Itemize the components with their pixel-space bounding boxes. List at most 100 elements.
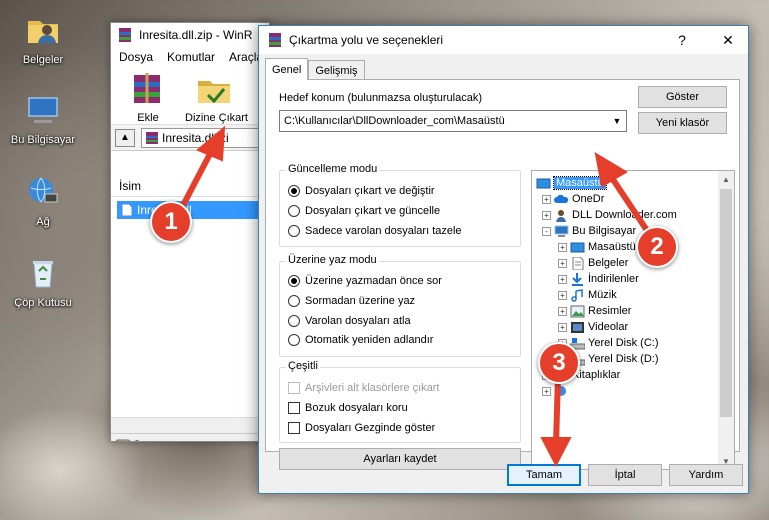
help-button[interactable]: ? <box>662 26 702 54</box>
checkbox <box>288 382 300 394</box>
tree-label: Resimler <box>588 305 632 317</box>
tab-gelismis[interactable]: Gelişmiş <box>308 60 365 80</box>
winrar-window: Inresita.dll.zip - WinR Dosya Komutlar A… <box>110 22 270 442</box>
radio-button[interactable] <box>288 185 300 197</box>
expand-icon[interactable]: + <box>542 386 551 396</box>
tree-item-indirilenler[interactable]: + İndirilenler <box>558 271 639 287</box>
tree-item-masaustu[interactable]: + Masaüstü <box>558 239 636 255</box>
tree-label: Kitaplıklar <box>572 369 621 381</box>
tree-item-resimler[interactable]: + Resimler <box>558 303 631 319</box>
overwrite-option-ask[interactable]: Üzerine yazmadan önce sor <box>288 275 442 287</box>
winrar-path-bar: ▲ Inresita.dll.zi <box>111 125 269 151</box>
computer-icon <box>28 97 58 123</box>
radio-button[interactable] <box>288 295 300 307</box>
archive-path-box[interactable]: Inresita.dll.zi <box>141 127 265 148</box>
collapse-icon[interactable]: - <box>542 226 551 236</box>
tree-label: OneDr <box>572 193 605 205</box>
expand-icon[interactable]: + <box>558 274 567 284</box>
destination-path-input[interactable]: C:\Kullanıcılar\DllDownloader_com\Masaüs… <box>279 110 627 132</box>
close-button[interactable]: ✕ <box>708 26 748 54</box>
user-folder-icon <box>28 21 58 43</box>
column-header-name[interactable]: İsim <box>111 175 269 197</box>
expand-icon[interactable]: + <box>542 210 551 220</box>
update-option-update[interactable]: Dosyaları çıkart ve güncelle <box>288 205 440 217</box>
tree-label: Belgeler <box>588 257 629 269</box>
checkbox[interactable] <box>288 402 300 414</box>
expand-icon[interactable]: + <box>558 290 567 300</box>
radio-button[interactable] <box>288 334 300 346</box>
horizontal-scrollbar[interactable] <box>111 417 269 433</box>
desktop-icon-bu-bilgisayar[interactable]: Bu Bilgisayar <box>8 92 78 146</box>
desktop-icon-ag[interactable]: Ağ <box>8 174 78 228</box>
scroll-up-icon[interactable]: ▲ <box>718 171 734 187</box>
update-mode-title: Güncelleme modu <box>286 163 380 175</box>
radio-button[interactable] <box>288 315 300 327</box>
scroll-thumb[interactable] <box>720 189 732 417</box>
winrar-title: Inresita.dll.zip - WinR <box>139 28 253 42</box>
tree-label: İndirilenler <box>588 273 639 285</box>
expand-icon[interactable]: + <box>558 306 567 316</box>
checkbox[interactable] <box>288 422 300 434</box>
tree-label: Bu Bilgisayar <box>572 225 637 237</box>
misc-option-show-in-explorer[interactable]: Dosyaları Gezginde göster <box>288 422 435 434</box>
tree-item-network[interactable]: + <box>542 383 572 399</box>
update-option-freshen[interactable]: Sadece varolan dosyaları tazele <box>288 225 462 237</box>
overwrite-option-rename[interactable]: Otomatik yeniden adlandır <box>288 334 433 346</box>
radio-button[interactable] <box>288 225 300 237</box>
extract-to-label: Dizine Çıkart <box>185 112 248 124</box>
expand-icon[interactable]: + <box>558 258 567 268</box>
tab-genel[interactable]: Genel <box>265 58 309 80</box>
expand-icon[interactable]: + <box>558 322 567 332</box>
extract-to-button[interactable]: Dizine Çıkart <box>185 71 248 124</box>
radio-button[interactable] <box>288 275 300 287</box>
tree-item-dll-downloader[interactable]: + DLL Downloader.com <box>542 207 677 223</box>
folder-tree[interactable]: Masaüstü + OneDr + DLL Downloader.com - … <box>531 170 735 470</box>
user-icon <box>556 209 566 222</box>
tree-vertical-scrollbar[interactable]: ▲ ▼ <box>718 171 734 469</box>
overwrite-mode-group: Üzerine yaz modu Üzerine yazmadan önce s… <box>279 254 521 357</box>
overwrite-option-skip[interactable]: Varolan dosyaları atla <box>288 315 411 327</box>
tree-item-videolar[interactable]: + Videolar <box>558 319 628 335</box>
winrar-menu-bar: Dosya Komutlar Araçla <box>111 47 269 67</box>
overwrite-mode-title: Üzerine yaz modu <box>286 254 379 266</box>
new-folder-button[interactable]: Yeni klasör <box>638 112 727 134</box>
misc-option-keep-broken[interactable]: Bozuk dosyaları koru <box>288 402 408 414</box>
add-button[interactable]: Ekle <box>119 71 177 124</box>
menu-dosya[interactable]: Dosya <box>119 50 153 64</box>
cancel-button[interactable]: İptal <box>588 464 662 486</box>
tree-label: Masaüstü <box>553 176 607 190</box>
option-label: Otomatik yeniden adlandır <box>305 334 434 346</box>
winrar-title-bar[interactable]: Inresita.dll.zip - WinR <box>111 23 269 47</box>
archive-icon <box>146 131 158 144</box>
desktop-icon-belgeler[interactable]: Belgeler <box>8 12 78 66</box>
expand-icon[interactable]: + <box>558 242 567 252</box>
show-button[interactable]: Göster <box>638 86 727 108</box>
ok-button[interactable]: Tamam <box>507 464 581 486</box>
tree-item-muzik[interactable]: + Müzik <box>558 287 617 303</box>
step-badge-3: 3 <box>538 342 580 384</box>
tree-item-bu-bilgisayar[interactable]: - Bu Bilgisayar <box>542 223 636 239</box>
up-folder-button[interactable]: ▲ <box>115 128 135 147</box>
desktop-icon-cop-kutusu[interactable]: Çöp Kutusu <box>8 255 78 309</box>
tree-item-onedrive[interactable]: + OneDr <box>542 191 604 207</box>
chevron-down-icon[interactable]: ▼ <box>608 111 626 131</box>
winrar-logo-icon <box>269 33 281 47</box>
update-option-replace[interactable]: Dosyaları çıkart ve değiştir <box>288 185 435 197</box>
tree-label: Videolar <box>588 321 629 333</box>
general-tab-panel: Hedef konum (bulunmazsa oluşturulacak) C… <box>265 79 740 470</box>
overwrite-option-without-prompt[interactable]: Sormadan üzerine yaz <box>288 295 415 307</box>
extract-folder-icon <box>198 81 230 104</box>
network-icon <box>29 177 58 203</box>
step-badge-2: 2 <box>636 226 678 268</box>
tree-item-belgeler[interactable]: + Belgeler <box>558 255 628 271</box>
help-button-bottom[interactable]: Yardım <box>669 464 743 486</box>
expand-icon[interactable]: + <box>542 194 551 204</box>
save-settings-button[interactable]: Ayarları kaydet <box>279 448 521 470</box>
menu-komutlar[interactable]: Komutlar <box>167 50 215 64</box>
file-row[interactable]: Inresita.dll <box>117 201 267 219</box>
misc-group: Çeşitli Arşivleri alt klasörlere çıkart … <box>279 360 521 443</box>
update-mode-group: Güncelleme modu Dosyaları çıkart ve deği… <box>279 163 521 247</box>
tree-item-masaustu-root[interactable]: Masaüstü <box>536 175 607 191</box>
radio-button[interactable] <box>288 205 300 217</box>
dialog-title-bar[interactable]: Çıkartma yolu ve seçenekleri ? ✕ <box>259 26 748 54</box>
